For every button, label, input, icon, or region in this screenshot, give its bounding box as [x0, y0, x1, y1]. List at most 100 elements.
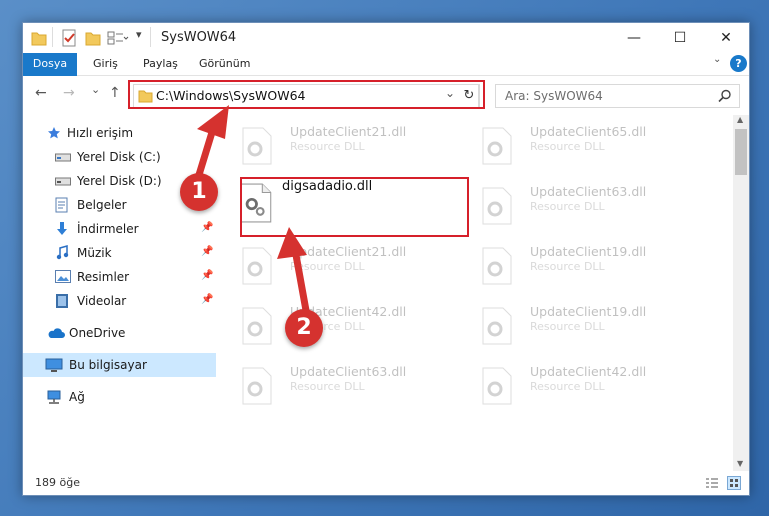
dll-file-icon — [482, 187, 512, 225]
network-icon — [47, 390, 61, 404]
star-icon — [48, 127, 60, 139]
explorer-window: ▾ SysWOW64 — ☐ ✕ Dosya Giriş Paylaş Görü… — [22, 22, 750, 496]
file-item[interactable]: UpdateClient19.dll Resource DLL — [474, 299, 704, 357]
divider — [150, 27, 151, 47]
vertical-scrollbar[interactable]: ▲ ▼ — [733, 115, 749, 471]
details-view-icon[interactable] — [705, 477, 719, 489]
sidebar-item-label: Yerel Disk (D:) — [77, 174, 162, 188]
sidebar-item-label: Belgeler — [77, 198, 127, 212]
file-item[interactable]: UpdateClient19.dll Resource DLL — [474, 239, 704, 297]
music-icon — [56, 245, 69, 260]
sidebar-item-pictures[interactable]: Resimler 📌 — [23, 265, 216, 289]
dll-file-icon — [482, 307, 512, 345]
search-box[interactable]: Ara: SysWOW64 — [495, 84, 740, 108]
help-button[interactable]: ? — [730, 55, 747, 72]
dll-file-icon — [242, 367, 272, 405]
file-type: Resource DLL — [530, 200, 605, 213]
sidebar-item-label: OneDrive — [69, 326, 126, 340]
step-marker-1: 1 — [180, 173, 218, 211]
status-bar: 189 öğe — [23, 471, 749, 495]
pin-icon[interactable]: 📌 — [201, 222, 213, 233]
file-name: UpdateClient19.dll — [530, 244, 647, 259]
documents-icon — [55, 197, 68, 213]
step-marker-2: 2 — [285, 309, 323, 347]
cloud-icon — [48, 328, 65, 338]
file-type: Resource DLL — [530, 320, 605, 333]
videos-icon — [56, 294, 68, 308]
file-name: UpdateClient19.dll — [530, 304, 647, 319]
tab-share[interactable]: Paylaş — [143, 53, 178, 75]
ribbon-expand-icon[interactable]: ⌄ — [713, 54, 721, 65]
forward-button[interactable]: → — [63, 85, 75, 101]
tab-home[interactable]: Giriş — [93, 53, 118, 75]
customize-toolbar-icon[interactable] — [107, 29, 129, 47]
sidebar-item-label: Ağ — [69, 390, 85, 404]
window-title: SysWOW64 — [161, 30, 237, 45]
file-item[interactable]: UpdateClient21.dll Resource DLL — [234, 239, 464, 297]
file-type: Resource DLL — [290, 140, 365, 153]
file-name: UpdateClient63.dll — [530, 184, 647, 199]
file-item[interactable]: UpdateClient42.dll Resource DLL — [474, 359, 704, 417]
sidebar-item-videos[interactable]: Videolar 📌 — [23, 289, 216, 313]
file-name: UpdateClient21.dll — [290, 124, 407, 139]
properties-icon[interactable] — [61, 29, 77, 47]
sidebar-item-label: Videolar — [77, 294, 127, 308]
file-type: Resource DLL — [290, 380, 365, 393]
sidebar-item-network[interactable]: Ağ — [23, 385, 216, 409]
back-button[interactable]: ← — [35, 85, 47, 101]
sidebar-item-label: İndirmeler — [77, 222, 139, 236]
minimize-button[interactable]: — — [611, 23, 657, 53]
quick-access-dropdown-icon[interactable]: ▾ — [136, 28, 142, 41]
sidebar-item-this-pc[interactable]: Bu bilgisayar — [23, 353, 216, 377]
search-icon[interactable] — [718, 89, 732, 103]
file-item[interactable]: UpdateClient63.dll Resource DLL — [234, 359, 464, 417]
dll-file-icon — [482, 127, 512, 165]
sidebar-item-label: Resimler — [77, 270, 130, 284]
pictures-icon — [55, 270, 71, 283]
search-input[interactable]: Ara: SysWOW64 — [505, 89, 603, 103]
dll-file-icon — [482, 247, 512, 285]
dll-file-icon — [242, 247, 272, 285]
drive-icon — [55, 153, 71, 162]
file-item[interactable]: UpdateClient21.dll Resource DLL — [234, 119, 464, 177]
scrollbar-thumb[interactable] — [735, 129, 747, 175]
sidebar-item-downloads[interactable]: İndirmeler 📌 — [23, 217, 216, 241]
item-count: 189 öğe — [35, 476, 80, 489]
file-item[interactable]: UpdateClient65.dll Resource DLL — [474, 119, 704, 177]
close-button[interactable]: ✕ — [703, 23, 749, 53]
file-name: UpdateClient65.dll — [530, 124, 647, 139]
divider — [52, 27, 53, 47]
sidebar-item-label: Müzik — [77, 246, 112, 260]
ribbon-tabs: Dosya Giriş Paylaş Görünüm ⌄ ? — [23, 53, 749, 111]
folder-icon — [31, 32, 47, 46]
up-button[interactable]: ↑ — [109, 85, 121, 101]
scroll-down-icon[interactable]: ▼ — [737, 459, 743, 468]
pin-icon[interactable]: 📌 — [201, 270, 213, 281]
sidebar-item-label: Bu bilgisayar — [69, 358, 147, 372]
pin-icon[interactable]: 📌 — [201, 294, 213, 305]
file-type: Resource DLL — [530, 140, 605, 153]
dll-file-icon — [482, 367, 512, 405]
sidebar-item-label: Yerel Disk (C:) — [77, 150, 161, 164]
computer-icon — [45, 358, 63, 372]
large-icons-view-icon[interactable] — [727, 476, 741, 490]
file-type: Resource DLL — [530, 260, 605, 273]
file-name: UpdateClient42.dll — [530, 364, 647, 379]
dll-file-icon — [242, 307, 272, 345]
recent-locations-button[interactable]: ⌄ — [91, 83, 100, 96]
scroll-up-icon[interactable]: ▲ — [737, 115, 743, 124]
download-icon — [57, 222, 67, 235]
drive-icon — [55, 177, 71, 186]
file-type: Resource DLL — [530, 380, 605, 393]
file-item[interactable]: UpdateClient63.dll Resource DLL — [474, 179, 704, 237]
file-name: UpdateClient63.dll — [290, 364, 407, 379]
sidebar-item-onedrive[interactable]: OneDrive — [23, 321, 216, 345]
sidebar-item-music[interactable]: Müzik 📌 — [23, 241, 216, 265]
file-item[interactable]: UpdateClient42.dll Resource DLL — [234, 299, 464, 357]
maximize-button[interactable]: ☐ — [657, 23, 703, 53]
pin-icon[interactable]: 📌 — [201, 246, 213, 257]
tab-view[interactable]: Görünüm — [199, 53, 250, 75]
sidebar-item-label: Hızlı erişim — [67, 126, 134, 140]
title-bar: ▾ SysWOW64 — ☐ ✕ — [23, 23, 749, 53]
new-folder-icon[interactable] — [85, 29, 101, 47]
